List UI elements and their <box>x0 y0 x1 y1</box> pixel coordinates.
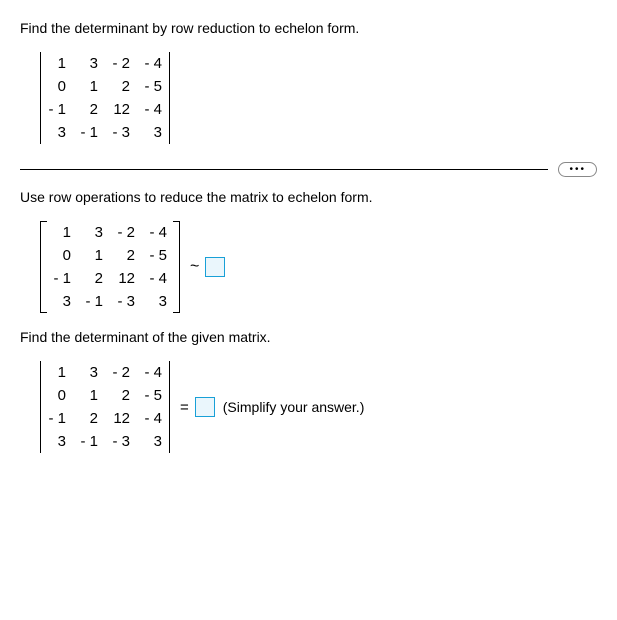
more-button[interactable]: ••• <box>558 162 597 177</box>
tilde-symbol: ~ <box>190 258 199 276</box>
equals-symbol: = <box>180 399 189 416</box>
divider <box>20 169 548 170</box>
table-row: - 1212- 4 <box>46 267 174 290</box>
determinant-answer-input[interactable] <box>195 397 215 417</box>
table-row: 13- 2- 4 <box>41 361 169 384</box>
table-row: 13- 2- 4 <box>46 221 174 244</box>
table-row: 13- 2- 4 <box>41 52 169 75</box>
bracket-matrix: 13- 2- 4 012- 5 - 1212- 4 3- 1- 33 <box>40 221 180 313</box>
instruction-main: Find the determinant by row reduction to… <box>20 20 597 36</box>
instruction-row-ops: Use row operations to reduce the matrix … <box>20 189 597 205</box>
simplify-hint: (Simplify your answer.) <box>223 399 365 415</box>
instruction-find-det: Find the determinant of the given matrix… <box>20 329 597 345</box>
table-row: - 1212- 4 <box>41 407 169 430</box>
table-row: 012- 5 <box>41 75 169 98</box>
table-row: 3- 1- 33 <box>46 290 174 313</box>
table-row: 012- 5 <box>41 384 169 407</box>
echelon-answer-input[interactable] <box>205 257 225 277</box>
table-row: 3- 1- 33 <box>41 121 169 144</box>
table-row: 012- 5 <box>46 244 174 267</box>
determinant-matrix-bottom: 13- 2- 4 012- 5 - 1212- 4 3- 1- 33 <box>40 361 170 453</box>
determinant-matrix-top: 13- 2- 4 012- 5 - 1212- 4 3- 1- 33 <box>40 52 170 144</box>
table-row: - 1212- 4 <box>41 98 169 121</box>
table-row: 3- 1- 33 <box>41 430 169 453</box>
